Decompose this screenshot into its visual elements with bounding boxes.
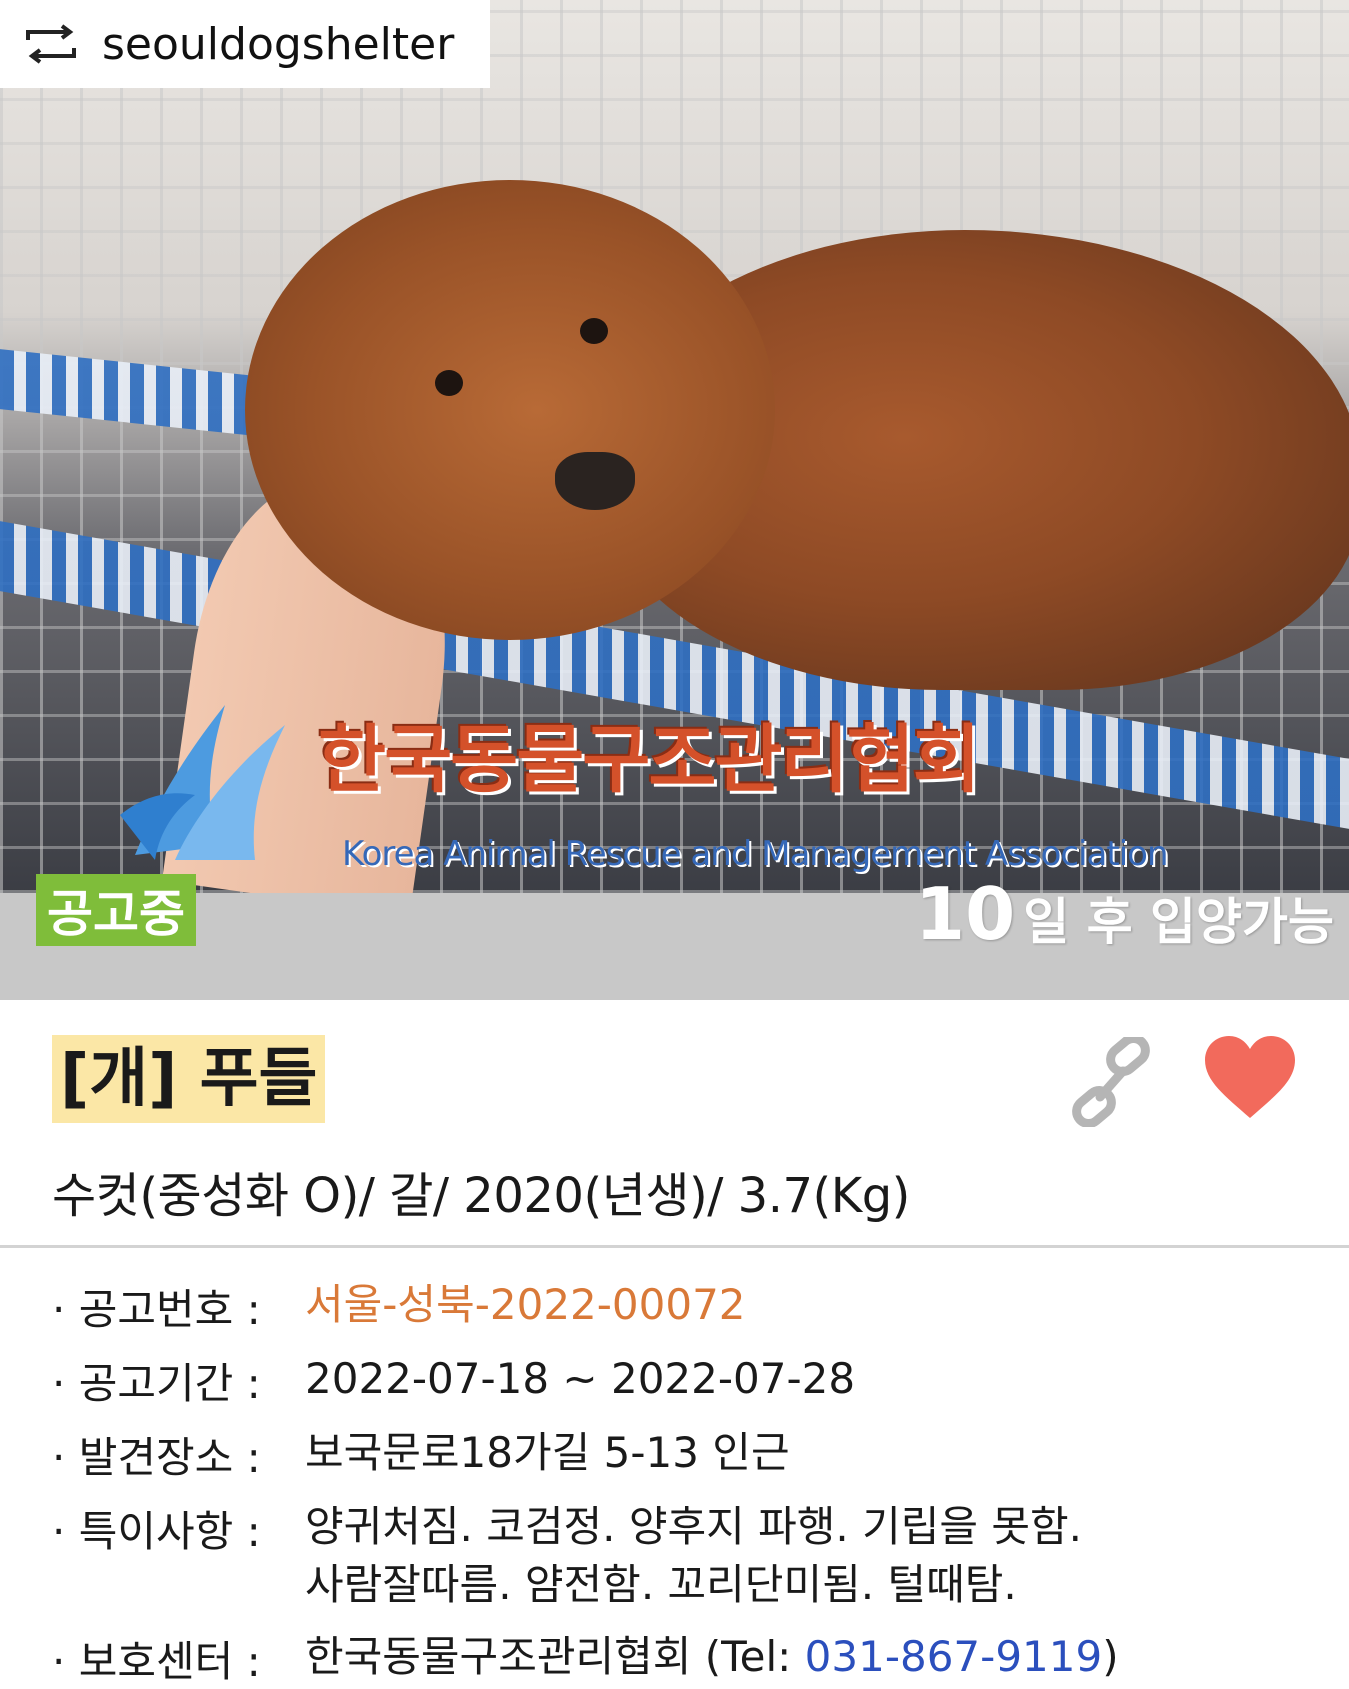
detail-label: · 보호센터 : <box>52 1637 261 1686</box>
animal-photo: 한국동물구조관리협회 Korea Animal Rescue and Manag… <box>0 0 1349 893</box>
detail-notice-number: · 공고번호 : 서울-성북-2022-00072 <box>52 1276 746 1337</box>
dog-head <box>245 180 775 640</box>
shelter-close-paren: ) <box>1102 1632 1119 1681</box>
status-badge: 공고중 <box>36 874 196 946</box>
found-location-value: 보국문로18가길 5-13 인근 <box>305 1428 790 1477</box>
dog-eye-right <box>580 318 608 344</box>
notice-period-value: 2022-07-18 ~ 2022-07-28 <box>305 1354 856 1403</box>
divider <box>0 1245 1349 1248</box>
shelter-name: 한국동물구조관리협회 (Tel: <box>305 1632 805 1681</box>
species-title: [개] 푸들 <box>52 1035 326 1123</box>
watermark-org-korean: 한국동물구조관리협회 <box>318 717 981 803</box>
detail-label: · 특이사항 : <box>52 1507 261 1556</box>
shelter-phone-link[interactable]: 031-867-9119 <box>805 1632 1103 1681</box>
notes-value: 양귀처짐. 코검정. 양후지 파행. 기립을 못함. 사람잘따름. 얌전함. 꼬… <box>305 1498 1082 1614</box>
heart-icon[interactable] <box>1205 1036 1295 1120</box>
repost-header[interactable]: seouldogshelter <box>0 0 490 88</box>
repost-username[interactable]: seouldogshelter <box>102 19 454 70</box>
detail-label: · 공고번호 : <box>52 1285 261 1334</box>
animal-summary: 수컷(중성화 O)/ 갈/ 2020(년생)/ 3.7(Kg) <box>52 1168 910 1224</box>
adopt-days-count: 10 <box>915 872 1016 956</box>
notice-number-value: 서울-성북-2022-00072 <box>305 1280 746 1329</box>
adoption-availability: 10 일 후 입양가능 <box>915 872 1334 956</box>
adopt-days-suffix: 일 후 입양가능 <box>1023 893 1335 951</box>
dog-nose <box>555 452 635 510</box>
detail-shelter-center: · 보호센터 : 한국동물구조관리협회 (Tel: 031-867-9119) <box>52 1628 1119 1689</box>
link-icon[interactable] <box>1063 1037 1159 1127</box>
shelter-center-value: 한국동물구조관리협회 (Tel: 031-867-9119) <box>305 1628 1119 1689</box>
notes-line-1: 양귀처짐. 코검정. 양후지 파행. 기립을 못함. <box>305 1502 1083 1551</box>
detail-notice-period: · 공고기간 : 2022-07-18 ~ 2022-07-28 <box>52 1350 855 1411</box>
detail-found-location: · 발견장소 : 보국문로18가길 5-13 인근 <box>52 1424 790 1485</box>
dog-eye-left <box>435 370 463 396</box>
detail-notes: · 특이사항 : 양귀처짐. 코검정. 양후지 파행. 기립을 못함. 사람잘따… <box>52 1498 1082 1614</box>
watermark-org-english: Korea Animal Rescue and Management Assoc… <box>342 834 1168 874</box>
detail-label: · 발견장소 : <box>52 1433 261 1482</box>
notes-line-2: 사람잘따름. 얌전함. 꼬리단미됨. 털때탐. <box>305 1560 1017 1609</box>
repost-icon <box>26 24 76 64</box>
detail-label: · 공고기간 : <box>52 1359 261 1408</box>
logo-wing-icon <box>120 705 285 860</box>
